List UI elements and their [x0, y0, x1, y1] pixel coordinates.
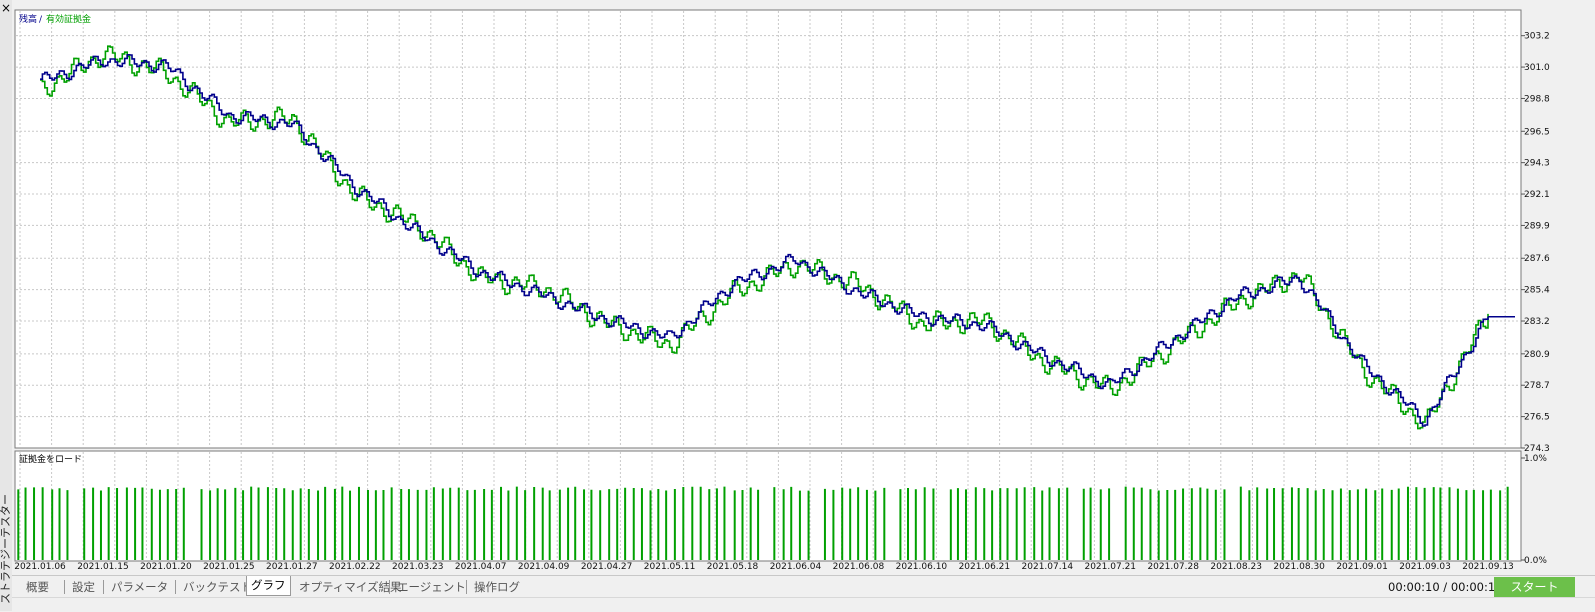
x-tick-label: 2021.02.22	[329, 562, 381, 572]
chart-area: 274.3 276.5 278.7 280.9 283.2 285.4 287.6 289.9…	[12, 0, 1595, 575]
legend: 残高 / 有効証拠金	[19, 13, 91, 25]
y-tick-label: 274.3	[1524, 444, 1550, 454]
tab-1[interactable]: 設定	[68, 578, 99, 596]
tab-6[interactable]: エージェント	[393, 578, 470, 596]
y-tick-label: 289.9	[1524, 221, 1550, 231]
y-tick-label: 298.8	[1524, 94, 1550, 104]
x-tick-label: 2021.01.27	[266, 562, 318, 572]
tab-2[interactable]: パラメータ	[107, 578, 172, 596]
x-tick-label: 2021.09.01	[1336, 562, 1388, 572]
y-tick-label: 292.1	[1524, 190, 1550, 200]
x-tick-label: 2021.01.20	[140, 562, 192, 572]
x-tick-label: 2021.05.11	[644, 562, 696, 572]
tab-separator	[389, 580, 390, 594]
y-tick-label: 296.5	[1524, 127, 1550, 137]
x-tick-label: 2021.09.13	[1462, 562, 1514, 572]
x-tick-label: 2021.07.28	[1147, 562, 1199, 572]
margin-load-title: 証拠金をロード	[19, 453, 82, 465]
y-tick-label: 276.5	[1524, 413, 1550, 423]
tab-separator	[103, 580, 104, 594]
y-tick-label: 287.6	[1524, 254, 1550, 264]
tab-7[interactable]: 操作ログ	[470, 578, 524, 596]
y-tick-label: 303.2	[1524, 32, 1550, 42]
x-tick-label: 2021.03.23	[392, 562, 444, 572]
x-tick-label: 2021.06.21	[959, 562, 1011, 572]
y-tick-label: 283.2	[1524, 317, 1550, 327]
x-tick-label: 2021.06.08	[833, 562, 885, 572]
sub-y-tick-label: 1.0%	[1524, 454, 1547, 464]
x-tick-label: 2021.04.09	[518, 562, 570, 572]
start-button[interactable]: スタート	[1494, 577, 1575, 597]
x-tick-label: 2021.07.14	[1022, 562, 1074, 572]
x-tick-label: 2021.01.15	[77, 562, 129, 572]
x-tick-label: 2021.05.18	[707, 562, 759, 572]
tab-4[interactable]: グラフ	[246, 576, 291, 596]
tab-separator	[466, 580, 467, 594]
x-tick-label: 2021.04.07	[455, 562, 507, 572]
x-tick-label: 2021.06.10	[896, 562, 948, 572]
legend-equity: 有効証拠金	[46, 13, 91, 25]
x-tick-label: 2021.04.27	[581, 562, 633, 572]
y-tick-label: 278.7	[1524, 381, 1550, 391]
tab-0[interactable]: 概要	[22, 578, 53, 596]
tab-separator	[64, 580, 65, 594]
sub-y-tick-label: 0.0%	[1524, 556, 1547, 566]
tester-tab-bar: 概要 設定 パラメータ バックテスト グラフ オプティマイズ結果 エージェント 操作ログ 00…	[12, 575, 1595, 598]
tab-separator	[175, 580, 176, 594]
strategy-tester-window: × ストラテジーテスター 274.3 276.5 278.7 280.9 283.2 28…	[0, 0, 1595, 612]
tab-3[interactable]: バックテスト	[179, 578, 256, 596]
x-tick-label: 2021.08.23	[1210, 562, 1262, 572]
status-strip	[12, 597, 1595, 612]
y-tick-label: 301.0	[1524, 63, 1550, 73]
x-tick-label: 2021.08.30	[1273, 562, 1325, 572]
x-tick-label: 2021.01.06	[14, 562, 66, 572]
x-tick-label: 2021.06.04	[770, 562, 822, 572]
x-tick-label: 2021.01.25	[203, 562, 255, 572]
elapsed-timer: 00:00:10 / 00:00:10	[1388, 580, 1503, 594]
y-tick-label: 294.3	[1524, 159, 1550, 169]
y-tick-label: 280.9	[1524, 350, 1550, 360]
legend-balance: 残高	[19, 13, 37, 25]
x-tick-label: 2021.09.03	[1399, 562, 1451, 572]
x-tick-label: 2021.07.21	[1084, 562, 1136, 572]
y-tick-label: 285.4	[1524, 286, 1550, 296]
